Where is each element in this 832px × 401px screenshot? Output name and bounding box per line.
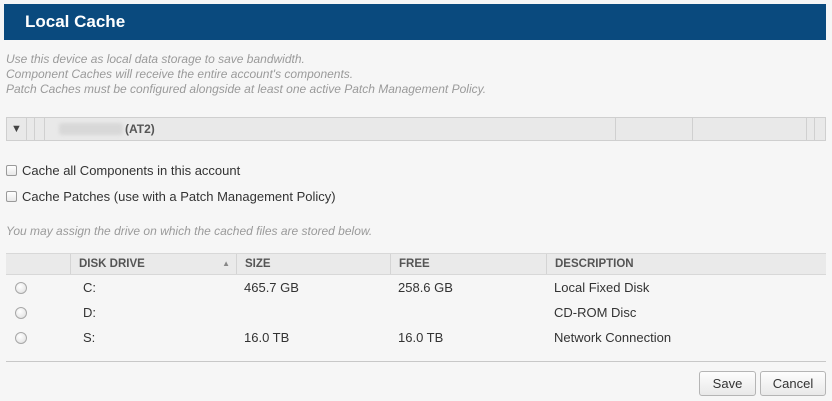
drive-cell: S: <box>83 330 96 345</box>
size-cell: 16.0 TB <box>244 330 290 345</box>
intro-text: Use this device as local data storage to… <box>6 52 826 97</box>
intro-line: Use this device as local data storage to… <box>6 52 305 66</box>
redacted-device-name <box>59 123 123 135</box>
drive-cell: D: <box>83 305 96 320</box>
cache-patches-option[interactable]: Cache Patches (use with a Patch Manageme… <box>6 188 336 204</box>
free-cell: 16.0 TB <box>398 330 444 345</box>
device-cell <box>693 118 807 140</box>
cache-components-label[interactable]: Cache all Components in this account <box>22 163 240 178</box>
size-cell: 465.7 GB <box>244 280 299 295</box>
device-cell <box>35 118 45 140</box>
assign-drive-hint: You may assign the drive on which the ca… <box>6 224 373 238</box>
save-button[interactable]: Save <box>699 371 756 396</box>
intro-line: Patch Caches must be configured alongsid… <box>6 82 487 96</box>
table-row[interactable]: D: CD-ROM Disc <box>6 300 826 325</box>
disk-drive-table: DISK DRIVE ▲ SIZE FREE DESCRIPTION C: 46… <box>6 253 826 350</box>
cache-patches-label[interactable]: Cache Patches (use with a Patch Manageme… <box>22 189 336 204</box>
device-cell <box>807 118 815 140</box>
table-header: DISK DRIVE ▲ SIZE FREE DESCRIPTION <box>6 253 826 275</box>
dialog-header: Local Cache <box>4 4 826 40</box>
table-row[interactable]: S: 16.0 TB 16.0 TB Network Connection <box>6 325 826 350</box>
free-column-header[interactable]: FREE <box>390 254 546 274</box>
intro-line: Component Caches will receive the entire… <box>6 67 354 81</box>
drive-cell: C: <box>83 280 96 295</box>
disk-drive-header-label[interactable]: DISK DRIVE <box>79 258 145 270</box>
disk-drive-column-header[interactable]: DISK DRIVE ▲ <box>70 254 236 274</box>
drive-radio[interactable] <box>15 332 27 344</box>
drive-radio[interactable] <box>15 307 27 319</box>
description-cell: Local Fixed Disk <box>554 280 650 295</box>
drive-radio[interactable] <box>15 282 27 294</box>
device-tag: (AT2) <box>125 122 155 136</box>
cancel-button[interactable]: Cancel <box>760 371 826 396</box>
free-cell: 258.6 GB <box>398 280 453 295</box>
description-cell: Network Connection <box>554 330 672 345</box>
cache-components-option[interactable]: Cache all Components in this account <box>6 162 240 178</box>
select-column-header <box>6 254 70 274</box>
sort-up-icon[interactable]: ▲ <box>222 254 230 274</box>
device-cell <box>27 118 35 140</box>
expand-triangle-icon[interactable]: ▼ <box>7 118 27 140</box>
device-cell <box>615 118 693 140</box>
description-column-header[interactable]: DESCRIPTION <box>546 254 826 274</box>
table-row[interactable]: C: 465.7 GB 258.6 GB Local Fixed Disk <box>6 275 826 300</box>
table-divider <box>6 361 826 362</box>
description-cell: CD-ROM Disc <box>554 305 637 320</box>
cache-patches-checkbox[interactable] <box>6 190 17 202</box>
size-column-header[interactable]: SIZE <box>236 254 390 274</box>
cache-components-checkbox[interactable] <box>6 164 17 176</box>
device-row[interactable]: ▼ (AT2) <box>6 117 826 141</box>
dialog-title: Local Cache <box>25 12 126 31</box>
